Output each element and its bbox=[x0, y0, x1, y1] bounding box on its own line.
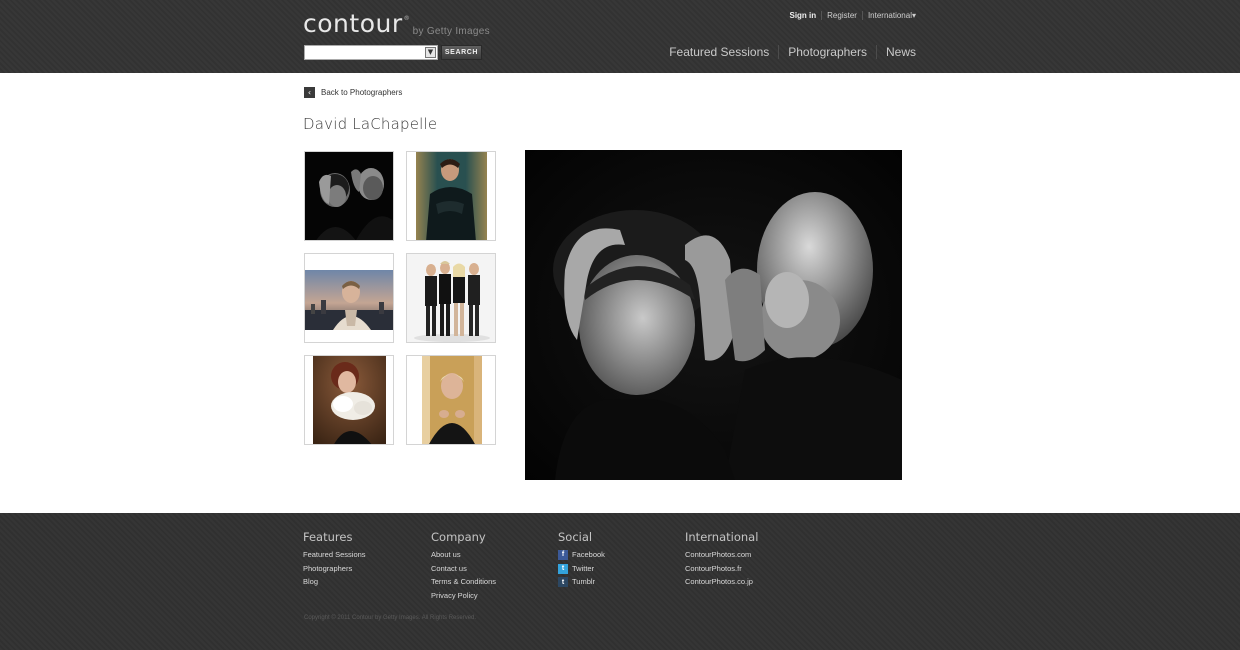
footer-link-about-us[interactable]: About us bbox=[431, 548, 496, 562]
page-title: David LaChapelle bbox=[303, 115, 438, 133]
thumbnail-image bbox=[416, 152, 487, 240]
footer-link-label: Facebook bbox=[572, 550, 605, 559]
register-link[interactable]: Register bbox=[827, 11, 857, 20]
footer-link-contourphotos-jp[interactable]: ContourPhotos.co.jp bbox=[685, 575, 758, 589]
nav-news[interactable]: News bbox=[886, 45, 916, 59]
photo-thumbnail[interactable] bbox=[304, 253, 394, 343]
footer-heading: Social bbox=[558, 530, 593, 544]
chevron-down-icon: ▾ bbox=[911, 11, 916, 20]
main-photo-image bbox=[525, 150, 902, 480]
nav-featured-sessions[interactable]: Featured Sessions bbox=[669, 45, 769, 59]
footer-link-blog[interactable]: Blog bbox=[303, 575, 366, 589]
footer-link-tumblr[interactable]: t Tumblr bbox=[558, 575, 605, 589]
contour-logo[interactable]: contour ® by Getty Images bbox=[303, 10, 490, 38]
site-footer: Features Featured Sessions Photographers… bbox=[0, 513, 1240, 650]
footer-link-label: Twitter bbox=[572, 563, 595, 573]
photo-thumbnail[interactable] bbox=[406, 151, 496, 241]
footer-link-twitter[interactable]: t Twitter bbox=[558, 562, 605, 576]
nav-photographers[interactable]: Photographers bbox=[788, 45, 867, 59]
footer-link-privacy-policy[interactable]: Privacy Policy bbox=[431, 589, 496, 603]
international-label: International bbox=[867, 11, 912, 20]
thumbnail-image bbox=[305, 270, 393, 330]
back-label: Back to Photographers bbox=[321, 88, 403, 97]
sign-in-link[interactable]: Sign in bbox=[789, 11, 816, 20]
photo-thumbnail[interactable] bbox=[406, 355, 496, 445]
footer-link-facebook[interactable]: f Facebook bbox=[558, 548, 605, 562]
footer-heading: International bbox=[685, 530, 759, 544]
logo-text: contour bbox=[303, 9, 403, 38]
photo-thumbnail[interactable] bbox=[304, 151, 394, 241]
thumbnail-image bbox=[305, 152, 393, 240]
search-input[interactable]: ▼ bbox=[304, 45, 438, 60]
footer-link-photographers[interactable]: Photographers bbox=[303, 562, 366, 576]
footer-column-features: Features Featured Sessions Photographers… bbox=[303, 530, 366, 589]
back-to-photographers-link[interactable]: ‹ Back to Photographers bbox=[304, 87, 402, 98]
main-nav: Featured Sessions Photographers News bbox=[669, 45, 916, 59]
footer-column-international: International ContourPhotos.com ContourP… bbox=[685, 530, 758, 589]
back-arrow-icon: ‹ bbox=[304, 87, 315, 98]
thumbnail-image bbox=[422, 356, 482, 444]
search-button[interactable]: SEARCH bbox=[441, 45, 482, 60]
search-bar: ▼ SEARCH bbox=[304, 45, 482, 60]
divider bbox=[778, 45, 780, 59]
footer-heading: Features bbox=[303, 530, 353, 544]
footer-link-label: Tumblr bbox=[572, 577, 596, 587]
main-photo bbox=[525, 150, 902, 480]
chevron-down-icon[interactable]: ▼ bbox=[425, 47, 436, 58]
divider bbox=[821, 11, 823, 20]
photo-thumbnail[interactable] bbox=[406, 253, 496, 343]
logo-subtitle: by Getty Images bbox=[412, 26, 490, 37]
twitter-icon: t bbox=[558, 563, 568, 574]
footer-link-contact-us[interactable]: Contact us bbox=[431, 562, 496, 576]
footer-link-terms[interactable]: Terms & Conditions bbox=[431, 575, 496, 589]
photo-thumbnail[interactable] bbox=[304, 355, 394, 445]
footer-column-social: Social f Facebook t Twitter t Tumblr bbox=[558, 530, 605, 589]
facebook-icon: f bbox=[558, 549, 568, 560]
thumbnail-image bbox=[313, 356, 386, 444]
footer-link-featured-sessions[interactable]: Featured Sessions bbox=[303, 548, 366, 562]
account-links: Sign in Register International▾ bbox=[789, 11, 916, 20]
international-menu[interactable]: International▾ bbox=[868, 11, 916, 20]
footer-link-contourphotos-fr[interactable]: ContourPhotos.fr bbox=[685, 562, 758, 576]
divider bbox=[861, 11, 863, 20]
tumblr-icon: t bbox=[558, 577, 568, 588]
footer-column-company: Company About us Contact us Terms & Cond… bbox=[431, 530, 496, 603]
divider bbox=[875, 45, 877, 59]
footer-heading: Company bbox=[431, 530, 486, 544]
logo-registered-mark: ® bbox=[403, 15, 410, 22]
thumbnail-image bbox=[407, 254, 495, 342]
copyright-text: Copyright © 2011 Contour by Getty Images… bbox=[304, 615, 477, 621]
footer-link-contourphotos-com[interactable]: ContourPhotos.com bbox=[685, 548, 758, 562]
site-header: contour ® by Getty Images ▼ SEARCH Sign … bbox=[0, 0, 1240, 73]
